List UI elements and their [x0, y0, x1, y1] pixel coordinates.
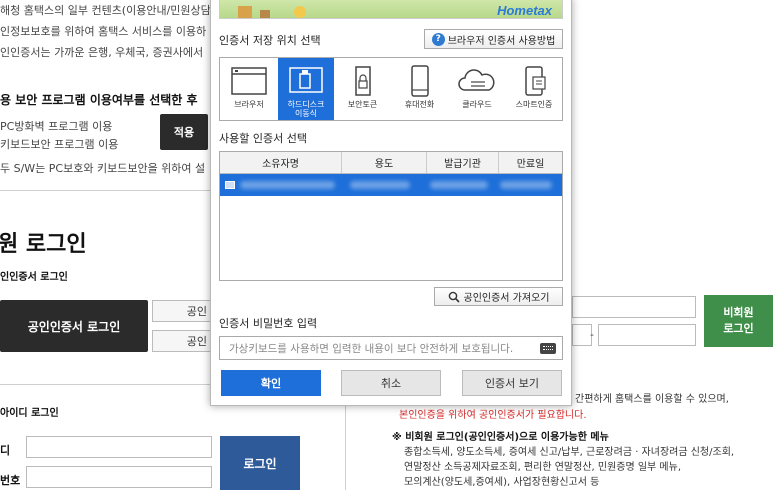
smart-auth-icon	[525, 66, 546, 96]
mobile-phone-icon	[410, 65, 429, 97]
security-note: 두 S/W는 PC보호와 키보드보안을 위하여 설	[0, 162, 206, 175]
nonmember-login-button[interactable]: 비회원 로그인	[704, 295, 773, 347]
password-placeholder: 가상키보드를 사용하면 입력한 내용이 보다 안전하게 보호됩니다.	[229, 342, 514, 355]
id-login-subtitle: 아이디 로그인	[0, 408, 59, 419]
location-label: 브라우저	[234, 100, 264, 109]
browser-cert-howto-button[interactable]: ? 브라우저 인증서 사용방법	[424, 29, 563, 49]
nonmember-label-2: 로그인	[723, 322, 754, 335]
security-opt-firewall[interactable]: PC방화벽 프로그램 이용	[0, 118, 112, 134]
location-harddisk[interactable]: 하드디스크 이동식	[278, 58, 334, 120]
nonmember-id-back-input[interactable]	[598, 324, 696, 346]
location-security-token[interactable]: 보안토큰	[334, 58, 391, 120]
nonmember-menu-title: ※ 비회원 로그인(공인인증서)으로 이용가능한 메뉴	[392, 432, 609, 443]
nonmember-name-input[interactable]	[572, 296, 696, 318]
cert-side-button-1[interactable]: 공인	[152, 300, 212, 322]
id-label: 디	[0, 444, 11, 457]
column-expiry[interactable]: 만료일	[499, 152, 562, 173]
cert-login-button[interactable]: 공인인증서 로그인	[0, 300, 148, 352]
house-illustration-icon	[238, 6, 306, 18]
blurred-issuer	[430, 181, 488, 189]
location-label: 보안토큰	[347, 100, 378, 109]
certificate-dialog: Hometax 인증서 저장 위치 선택 ? 브라우저 인증서 사용방법 브라우…	[210, 0, 572, 406]
virtual-keyboard-icon[interactable]	[540, 343, 556, 354]
intro-line-2: 인정보보호를 위하여 홈택스 서비스를 이용하	[0, 25, 207, 38]
location-label: 스마트인증	[515, 100, 553, 109]
table-header: 소유자명 용도 발급기관 만료일	[220, 152, 562, 174]
import-cert-button[interactable]: 공인인증서 가져오기	[434, 287, 563, 306]
column-usage[interactable]: 용도	[342, 152, 427, 173]
password-input[interactable]	[26, 466, 212, 488]
location-browser[interactable]: 브라우저	[220, 58, 278, 120]
location-label: 휴대전화	[404, 100, 435, 109]
nonmember-info-text: 간편하게 홈택스를 이용할 수 있으며,	[575, 394, 729, 405]
blurred-owner	[240, 181, 335, 189]
help-icon: ?	[431, 32, 445, 46]
divider	[0, 190, 210, 191]
cloud-icon	[458, 69, 495, 91]
location-smart-auth[interactable]: 스마트인증	[506, 58, 562, 120]
certificate-table: 소유자명 용도 발급기관 만료일	[219, 151, 563, 281]
nonmember-menu-line-1: 종합소득세, 양도소득세, 증여세 신고/납부, 근로장려금 · 자녀장려금 신…	[404, 447, 735, 458]
apply-button[interactable]: 적용	[160, 114, 208, 150]
blurred-usage	[350, 181, 410, 189]
id-dash: -	[590, 328, 594, 341]
security-program-title: 용 보안 프로그램 이용여부를 선택한 후	[0, 93, 198, 107]
table-row[interactable]	[220, 174, 562, 196]
id-input[interactable]	[26, 436, 212, 458]
intro-line-1: 해청 홈택스의 일부 컨텐츠(이용안내/민원상담	[0, 4, 211, 17]
location-cloud[interactable]: 클라우드	[448, 58, 506, 120]
import-label: 공인인증서 가져오기	[463, 293, 550, 304]
browser-icon	[231, 67, 267, 95]
nonmember-label-1: 비회원	[723, 306, 754, 319]
password-label: 번호	[0, 474, 21, 487]
login-heading: 원 로그인	[0, 232, 87, 257]
nonmember-id-front-input[interactable]	[572, 324, 592, 346]
column-issuer[interactable]: 발급기관	[427, 152, 499, 173]
intro-line-3: 인인증서는 가까운 은행, 우체국, 증권사에서	[0, 46, 204, 59]
security-token-icon	[354, 66, 371, 96]
password-section-title: 인증서 비밀번호 입력	[219, 317, 318, 330]
cert-icon	[225, 181, 235, 189]
hometax-logo: Hometax	[497, 2, 552, 18]
location-mobile-phone[interactable]: 휴대전화	[391, 58, 448, 120]
howto-label: 브라우저 인증서 사용방법	[447, 35, 556, 47]
view-cert-button[interactable]: 인증서 보기	[462, 370, 562, 396]
dialog-banner: Hometax	[219, 0, 563, 19]
storage-location-selector: 브라우저 하드디스크 이동식 보안토큰 휴대전화 클라우드 스마트인증	[219, 57, 563, 121]
cert-required-warning: 본인인증을 위하여 공인인증서가 필요합니다.	[399, 410, 587, 421]
column-owner[interactable]: 소유자명	[220, 152, 342, 173]
id-login-button[interactable]: 로그인	[220, 436, 300, 490]
security-opt-keyboard[interactable]: 키보드보안 프로그램 이용	[0, 136, 118, 152]
cancel-button[interactable]: 취소	[341, 370, 441, 396]
location-label: 하드디스크 이동식	[287, 100, 325, 118]
blurred-expiry	[500, 181, 552, 189]
usb-drive-icon	[289, 67, 323, 93]
confirm-button[interactable]: 확인	[221, 370, 321, 396]
cert-side-button-2[interactable]: 공인	[152, 330, 212, 352]
cert-login-subtitle: 인인증서 로그인	[0, 272, 68, 283]
nonmember-menu-line-2: 연말정산 소득공제자료조회, 편리한 연말정산, 민원증명 일부 메뉴,	[404, 462, 682, 473]
location-section-title: 인증서 저장 위치 선택	[219, 34, 321, 47]
cert-password-input[interactable]: 가상키보드를 사용하면 입력한 내용이 보다 안전하게 보호됩니다.	[219, 336, 563, 360]
location-label: 클라우드	[462, 100, 492, 109]
search-icon	[448, 291, 460, 303]
nonmember-menu-line-3: 모의계산(양도세,증여세), 사업장현황신고서 등	[404, 477, 600, 488]
cert-select-title: 사용할 인증서 선택	[219, 132, 307, 145]
